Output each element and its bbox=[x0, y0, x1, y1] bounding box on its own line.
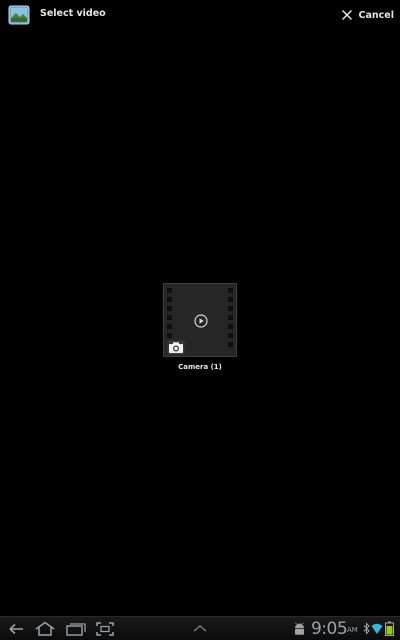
notification-drawer-handle[interactable] bbox=[192, 623, 208, 639]
album-camera[interactable]: Camera (1) bbox=[160, 283, 240, 371]
recent-apps-icon bbox=[66, 623, 86, 636]
close-icon bbox=[341, 9, 352, 21]
cancel-label: Cancel bbox=[358, 9, 394, 21]
wifi-icon bbox=[371, 623, 383, 634]
action-bar: Select video Cancel bbox=[0, 0, 400, 30]
home-button[interactable] bbox=[34, 621, 56, 637]
screenshot-button[interactable] bbox=[95, 621, 115, 637]
album-label: Camera (1) bbox=[178, 363, 222, 371]
android-debug-icon bbox=[295, 622, 304, 635]
system-bar: 9:05 AM bbox=[0, 616, 400, 640]
clock-ampm: AM bbox=[347, 626, 358, 634]
album-thumbnail[interactable] bbox=[163, 283, 237, 357]
gallery-icon[interactable] bbox=[8, 5, 30, 25]
chevron-up-icon bbox=[193, 625, 207, 632]
battery-icon bbox=[385, 621, 394, 636]
camera-icon bbox=[167, 340, 185, 355]
recent-apps-button[interactable] bbox=[65, 621, 87, 637]
play-icon bbox=[194, 314, 208, 328]
back-icon bbox=[9, 623, 23, 635]
back-button[interactable] bbox=[6, 621, 26, 637]
clock-time: 9:05 bbox=[311, 619, 348, 639]
cancel-button[interactable]: Cancel bbox=[341, 4, 394, 26]
home-icon bbox=[35, 621, 55, 636]
bluetooth-icon bbox=[363, 622, 370, 635]
page-title: Select video bbox=[40, 8, 106, 19]
screenshot-icon bbox=[96, 622, 114, 636]
